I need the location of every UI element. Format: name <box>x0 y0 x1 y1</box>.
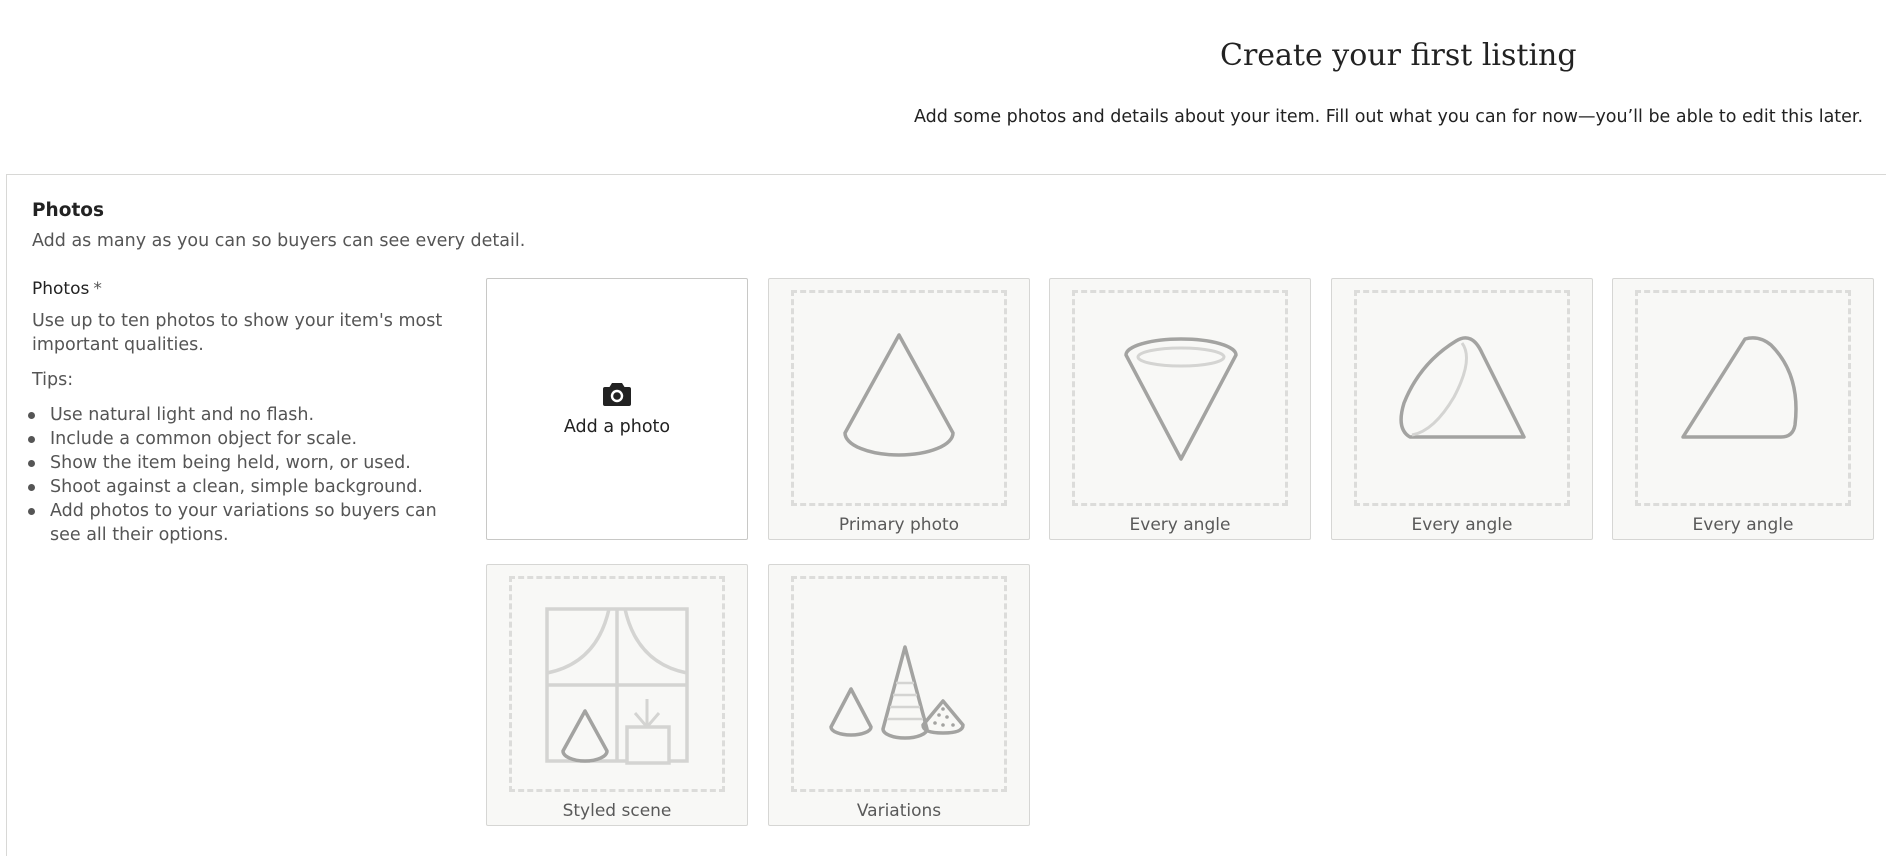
create-listing-page: Create your first listing Add some photo… <box>0 0 1886 856</box>
photos-help-text: Use up to ten photos to show your item's… <box>32 311 443 355</box>
slot-caption: Every angle <box>1692 515 1794 535</box>
photo-slot-angle-3[interactable]: Every angle <box>1612 278 1874 540</box>
add-photo-content: Add a photo <box>487 381 747 437</box>
tip-item: Include a common object for scale. <box>28 427 452 451</box>
cone-profile-icon <box>1681 336 1798 439</box>
required-mark: * <box>93 279 102 299</box>
cone-front-icon <box>843 333 955 457</box>
photo-slot-angle-2[interactable]: Every angle <box>1331 278 1593 540</box>
photo-slot-variations[interactable]: Variations <box>768 564 1030 826</box>
slot-caption: Every angle <box>1411 515 1513 535</box>
photo-slot-styled-scene[interactable]: Styled scene <box>486 564 748 826</box>
photo-slot-angle-1[interactable]: Every angle <box>1049 278 1311 540</box>
page-title: Create your first listing <box>1220 38 1577 73</box>
add-photo-button[interactable]: Add a photo <box>486 278 748 540</box>
tip-item: Use natural light and no flash. <box>28 403 452 427</box>
tip-item: Show the item being held, worn, or used. <box>28 451 452 475</box>
photos-field-label: Photos * <box>32 279 452 299</box>
add-photo-label: Add a photo <box>563 417 671 437</box>
photo-slot-primary[interactable]: Primary photo <box>768 278 1030 540</box>
section-description: Add as many as you can so buyers can see… <box>32 231 526 251</box>
cone-top-icon <box>1124 337 1238 461</box>
photos-guidance: Photos * Use up to ten photos to show you… <box>28 279 452 547</box>
field-label-text: Photos <box>32 279 90 299</box>
tips-label: Tips: <box>32 370 74 390</box>
section-title: Photos <box>32 200 105 221</box>
slot-caption: Variations <box>856 801 942 821</box>
slot-caption: Primary photo <box>838 515 960 535</box>
tip-item: Shoot against a clean, simple background… <box>28 475 452 499</box>
slot-caption: Every angle <box>1129 515 1231 535</box>
slot-caption: Styled scene <box>562 801 672 821</box>
page-subtitle: Add some photos and details about your i… <box>914 107 1864 127</box>
camera-icon <box>603 383 631 406</box>
cone-side-icon <box>1399 336 1526 439</box>
styled-scene-icon <box>545 607 689 765</box>
tips-list: Use natural light and no flash. Include … <box>28 403 452 547</box>
tip-item: Add photos to your variations so buyers … <box>28 499 452 547</box>
variations-icon <box>829 645 965 740</box>
